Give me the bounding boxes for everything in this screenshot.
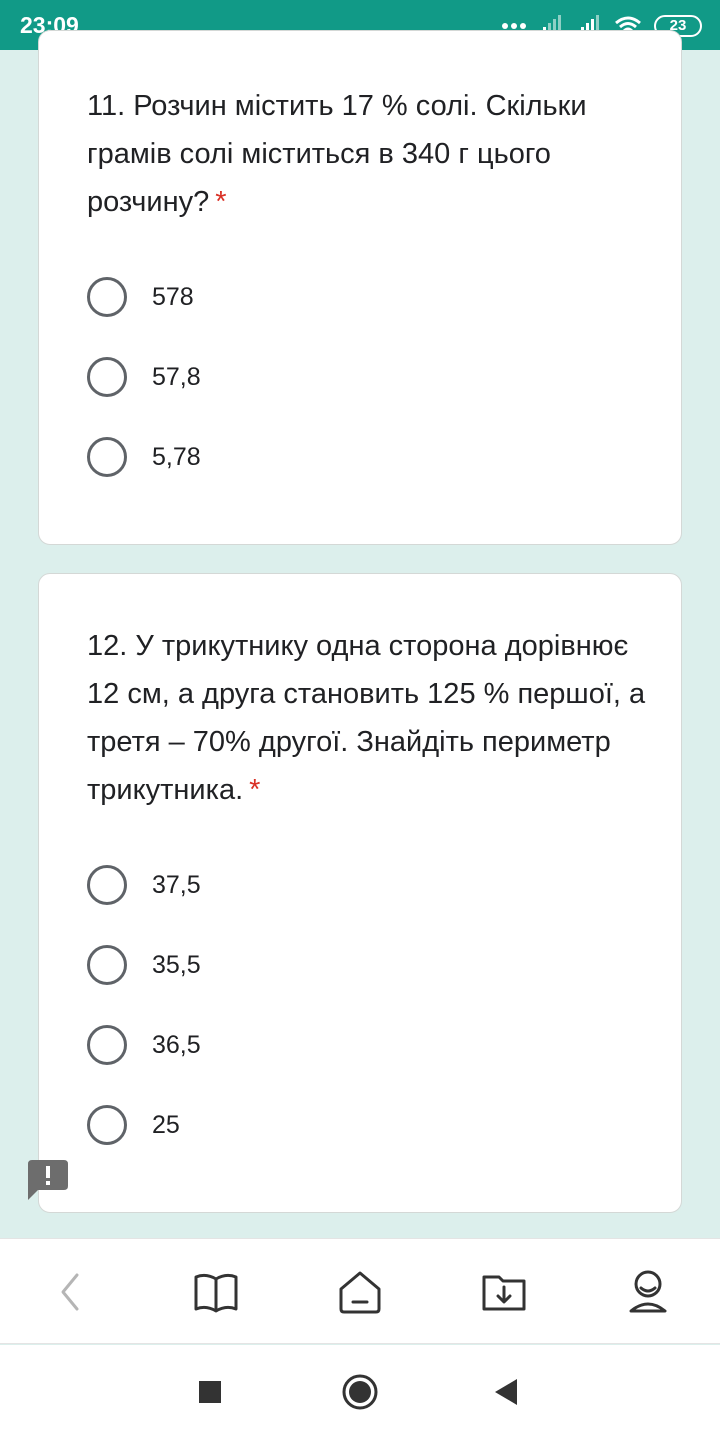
option-label: 37,5	[152, 870, 201, 899]
radio-button[interactable]	[87, 357, 127, 397]
profile-icon[interactable]	[625, 1269, 671, 1315]
question-label: 11. Розчин містить 17 % солі. Скільки гр…	[87, 90, 587, 218]
required-asterisk: *	[215, 186, 227, 218]
radio-button[interactable]	[87, 865, 127, 905]
option-label: 578	[152, 282, 194, 311]
home-icon[interactable]	[337, 1269, 383, 1315]
radio-button[interactable]	[87, 945, 127, 985]
option-35-5[interactable]: 35,5	[87, 944, 201, 986]
radio-button[interactable]	[87, 437, 127, 477]
recent-apps-icon[interactable]	[191, 1373, 229, 1411]
option-label: 5,78	[152, 442, 201, 471]
book-icon[interactable]	[193, 1269, 239, 1315]
question-card-11: 11. Розчин містить 17 % солі. Скільки гр…	[38, 30, 682, 545]
question-card-12: 12. У трикутнику одна сторона дорівнює 1…	[38, 573, 682, 1213]
option-57-8[interactable]: 57,8	[87, 356, 201, 398]
system-nav-bar	[0, 1345, 720, 1440]
browser-toolbar	[0, 1238, 720, 1344]
radio-button[interactable]	[87, 1025, 127, 1065]
option-label: 25	[152, 1110, 180, 1139]
back-arrow-icon[interactable]	[47, 1269, 93, 1315]
report-feedback-icon[interactable]	[28, 1160, 68, 1200]
option-5-78[interactable]: 5,78	[87, 436, 201, 478]
question-text: 11. Розчин містить 17 % солі. Скільки гр…	[87, 82, 647, 226]
option-label: 36,5	[152, 1030, 201, 1059]
option-37-5[interactable]: 37,5	[87, 864, 201, 906]
question-label: 12. У трикутнику одна сторона дорівнює 1…	[87, 630, 646, 806]
radio-button[interactable]	[87, 1105, 127, 1145]
option-label: 35,5	[152, 950, 201, 979]
option-36-5[interactable]: 36,5	[87, 1024, 201, 1066]
downloads-folder-icon[interactable]	[481, 1269, 527, 1315]
question-text: 12. У трикутнику одна сторона дорівнює 1…	[87, 622, 647, 814]
option-25[interactable]: 25	[87, 1104, 180, 1146]
required-asterisk: *	[249, 774, 261, 806]
back-triangle-icon[interactable]	[487, 1373, 525, 1411]
option-578[interactable]: 578	[87, 276, 194, 318]
home-button-icon[interactable]	[341, 1373, 379, 1411]
option-label: 57,8	[152, 362, 201, 391]
radio-button[interactable]	[87, 277, 127, 317]
